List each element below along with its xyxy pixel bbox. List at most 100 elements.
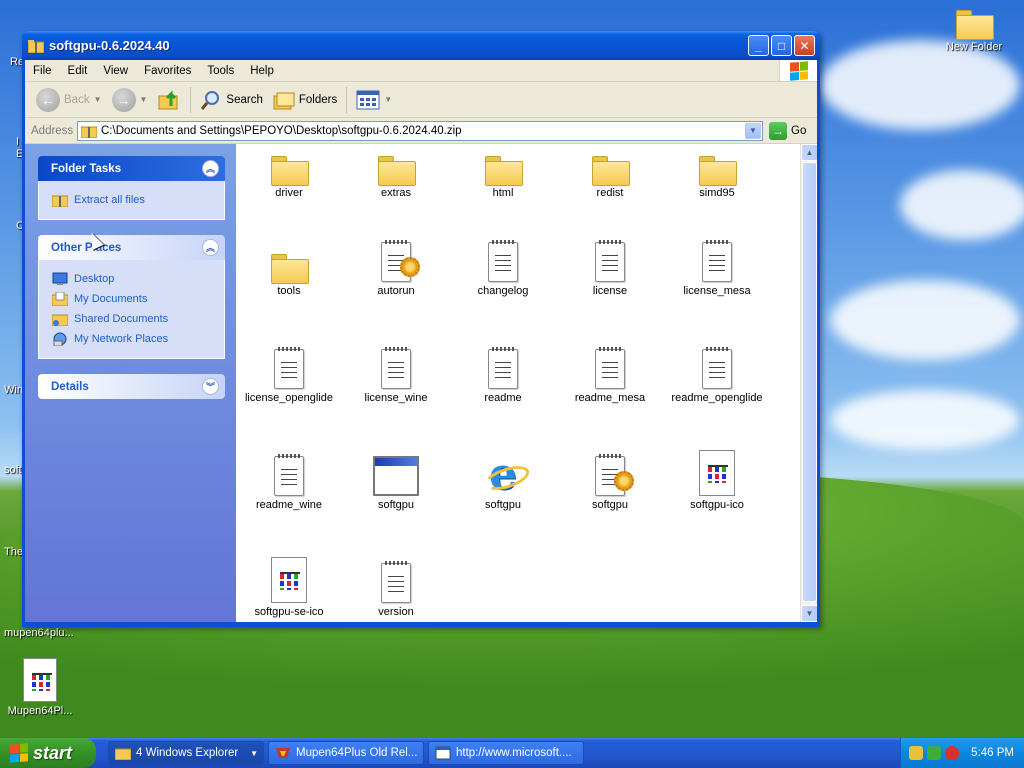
file-item[interactable]: changelog bbox=[448, 234, 558, 297]
address-label: Address bbox=[31, 124, 74, 137]
folders-button[interactable]: Folders bbox=[268, 85, 342, 115]
address-input[interactable]: C:\Documents and Settings\PEPOYO\Desktop… bbox=[77, 120, 763, 141]
file-name: license bbox=[592, 285, 628, 297]
other-places-body: Desktop My Documents Shared Documents My… bbox=[38, 260, 225, 359]
file-item[interactable]: html bbox=[448, 144, 558, 199]
collapse-icon[interactable]: ︽ bbox=[202, 239, 219, 256]
file-item[interactable]: redist bbox=[555, 144, 665, 199]
windows-logo-icon bbox=[10, 743, 28, 763]
toolbar-separator bbox=[346, 86, 348, 113]
cloud bbox=[820, 40, 1020, 130]
menu-help[interactable]: Help bbox=[242, 65, 282, 77]
file-item[interactable]: tools bbox=[236, 234, 344, 297]
file-name: readme bbox=[484, 392, 522, 404]
folder-tasks-header[interactable]: Folder Tasks ︽ bbox=[38, 156, 225, 181]
file-name: version bbox=[378, 606, 414, 618]
scroll-up-icon[interactable]: ▲ bbox=[801, 144, 817, 161]
start-button[interactable]: start bbox=[0, 738, 96, 768]
address-value: C:\Documents and Settings\PEPOYO\Desktop… bbox=[101, 124, 462, 137]
application-icon bbox=[341, 448, 451, 496]
expand-icon[interactable]: ︾ bbox=[202, 378, 219, 395]
menu-view[interactable]: View bbox=[95, 65, 136, 77]
file-item[interactable]: autorun bbox=[341, 234, 451, 297]
update-tray-icon[interactable] bbox=[927, 746, 941, 760]
forward-button[interactable]: → ▼ bbox=[107, 85, 153, 115]
close-button[interactable]: ✕ bbox=[794, 35, 815, 56]
up-folder-button[interactable] bbox=[152, 85, 186, 115]
up-folder-icon bbox=[158, 89, 178, 109]
file-item[interactable]: softgpu bbox=[555, 448, 665, 511]
taskbar-button-microsoft-url[interactable]: http://www.microsoft.... bbox=[428, 741, 584, 765]
place-desktop-link[interactable]: Desktop bbox=[52, 269, 214, 289]
place-my-network-places-link[interactable]: My Network Places bbox=[52, 329, 214, 349]
file-item[interactable]: readme bbox=[448, 341, 558, 404]
scroll-down-icon[interactable]: ▼ bbox=[801, 605, 817, 622]
clock[interactable]: 5:46 PM bbox=[971, 747, 1014, 759]
extract-all-files-link[interactable]: Extract all files bbox=[52, 190, 214, 210]
maximize-button[interactable]: □ bbox=[771, 35, 792, 56]
text-document-icon bbox=[662, 234, 772, 282]
place-shared-documents-link[interactable]: Shared Documents bbox=[52, 309, 214, 329]
chevron-down-icon: ▼ bbox=[139, 95, 148, 104]
file-item[interactable]: license bbox=[555, 234, 665, 297]
system-tray: 5:46 PM bbox=[900, 738, 1024, 768]
search-button[interactable]: Search bbox=[195, 85, 267, 115]
desktop-fragment: The bbox=[4, 546, 23, 558]
folder-icon bbox=[956, 8, 994, 40]
address-dropdown-icon[interactable]: ▼ bbox=[745, 122, 761, 139]
file-item[interactable]: license_wine bbox=[341, 341, 451, 404]
details-header[interactable]: Details ︾ bbox=[38, 374, 225, 399]
desktop-fragment: I bbox=[16, 136, 20, 148]
other-places-panel: Other Places ︽ Desktop My Documents Shar… bbox=[38, 235, 225, 359]
folders-icon bbox=[273, 92, 295, 109]
desktop-icon-mupen64plus-file[interactable]: Mupen64Pl... bbox=[0, 658, 80, 717]
file-item[interactable]: extras bbox=[341, 144, 451, 199]
desktop-icon-new-folder[interactable]: New Folder bbox=[934, 8, 1014, 53]
file-name: html bbox=[492, 187, 514, 199]
desktop-icon-mupen64plus-folder[interactable]: mupen64plu... bbox=[0, 627, 80, 639]
file-name: autorun bbox=[377, 285, 415, 297]
text-document-icon bbox=[448, 341, 558, 389]
menu-file[interactable]: File bbox=[25, 65, 60, 77]
file-name: driver bbox=[275, 187, 303, 199]
file-item[interactable]: driver bbox=[236, 144, 344, 199]
other-places-header[interactable]: Other Places ︽ bbox=[38, 235, 225, 260]
file-item[interactable]: license_openglide bbox=[236, 341, 344, 404]
place-my-documents-link[interactable]: My Documents bbox=[52, 289, 214, 309]
file-item[interactable]: e softgpu bbox=[448, 448, 558, 512]
other-places-title: Other Places bbox=[51, 241, 122, 254]
taskbar-button-mupen64plus[interactable]: Mupen64Plus Old Rel... bbox=[268, 741, 424, 765]
file-item[interactable]: readme_mesa bbox=[555, 341, 665, 404]
cloud bbox=[900, 170, 1024, 240]
file-view: driver extras html redist simd95 tools autorun… bbox=[236, 144, 817, 622]
file-item[interactable]: readme_openglide bbox=[662, 341, 772, 404]
file-item[interactable]: softgpu bbox=[341, 448, 451, 511]
menu-tools[interactable]: Tools bbox=[199, 65, 242, 77]
scroll-thumb[interactable] bbox=[802, 162, 817, 602]
file-name: readme_openglide bbox=[671, 392, 763, 404]
folder-icon bbox=[662, 144, 772, 186]
task-link-label: Extract all files bbox=[74, 194, 145, 206]
text-document-icon bbox=[448, 234, 558, 282]
folder-icon bbox=[236, 234, 344, 284]
collapse-icon[interactable]: ︽ bbox=[202, 160, 219, 177]
file-item[interactable]: softgpu-se-ico bbox=[236, 555, 344, 618]
file-item[interactable]: version bbox=[341, 555, 451, 618]
security-shield-icon[interactable] bbox=[945, 746, 959, 760]
menu-favorites[interactable]: Favorites bbox=[136, 65, 199, 77]
go-button[interactable]: → Go bbox=[769, 121, 806, 140]
minimize-button[interactable]: _ bbox=[748, 35, 769, 56]
views-button[interactable]: ▼ bbox=[351, 85, 397, 115]
file-item[interactable]: simd95 bbox=[662, 144, 772, 199]
vertical-scrollbar[interactable]: ▲ ▼ bbox=[800, 144, 817, 622]
back-button[interactable]: ← Back ▼ bbox=[31, 85, 107, 115]
menu-edit[interactable]: Edit bbox=[60, 65, 96, 77]
file-item[interactable]: softgpu-ico bbox=[662, 448, 772, 511]
file-name: tools bbox=[277, 285, 301, 297]
title-bar[interactable]: softgpu-0.6.2024.40 _ □ ✕ bbox=[22, 31, 820, 60]
file-item[interactable]: readme_wine bbox=[236, 448, 344, 511]
ico-file-icon bbox=[236, 555, 344, 603]
taskbar-button-windows-explorer[interactable]: 4 Windows Explorer ▼ bbox=[108, 741, 264, 765]
file-item[interactable]: license_mesa bbox=[662, 234, 772, 297]
network-tray-icon[interactable] bbox=[909, 746, 923, 760]
